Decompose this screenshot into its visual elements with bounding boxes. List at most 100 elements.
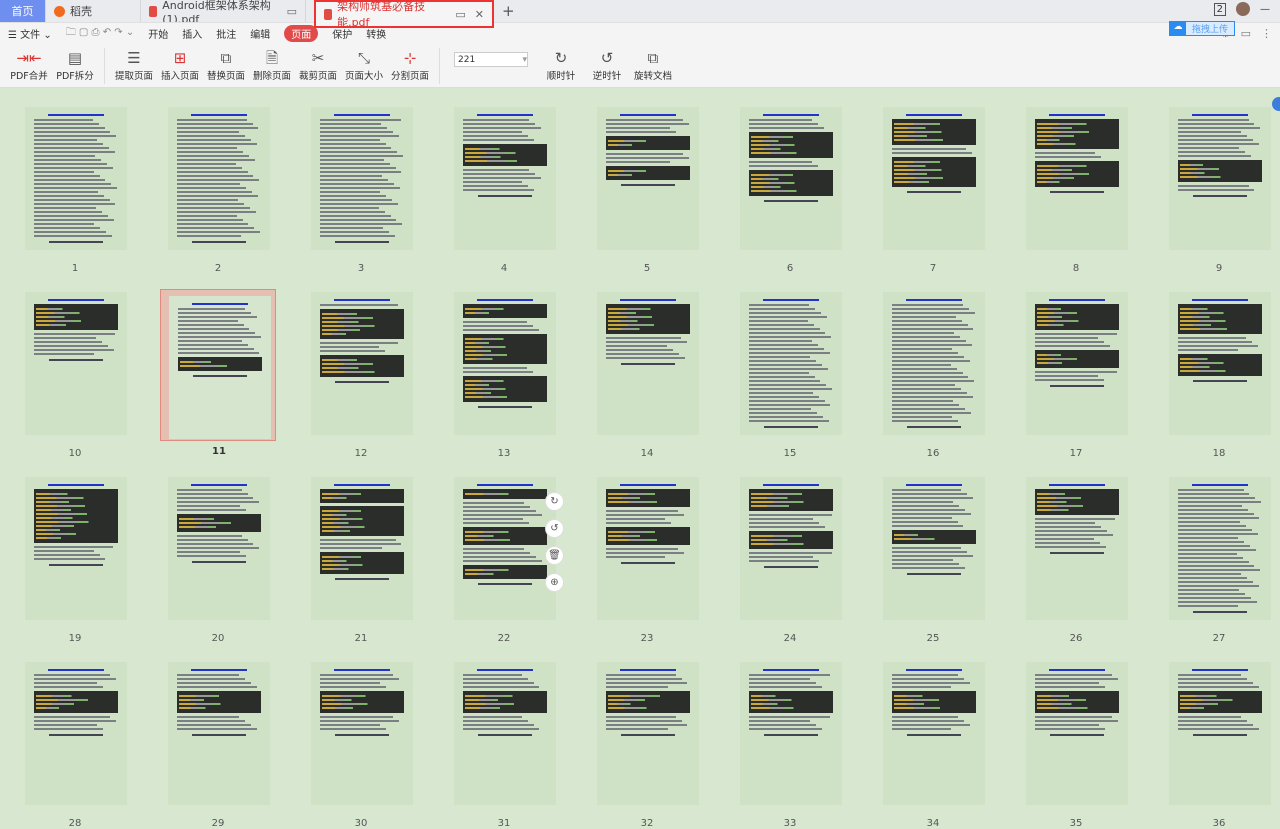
pdf-merge-button[interactable]: ⇥⇤ PDF合并 <box>6 48 52 82</box>
page-preview <box>311 292 413 435</box>
page-thumbnail-grid[interactable]: 1 2 3 4 5 6 7 8 9 10 11 12 13 14 15 16 17 18 19 20 21 22 23 24 2… <box>0 89 1280 829</box>
delete-icon[interactable]: 🗑 <box>545 546 564 565</box>
rotate-ccw-icon[interactable]: ↺ <box>545 519 564 538</box>
pdf-split-button[interactable]: ▤ PDF拆分 <box>52 48 98 82</box>
button-label: PDF拆分 <box>56 71 94 82</box>
comment-icon[interactable]: ▭ <box>1241 27 1251 40</box>
page-preview <box>25 107 127 250</box>
page-thumbnail-25[interactable]: 25 <box>875 459 991 644</box>
page-thumbnail-32[interactable]: 32 <box>589 644 705 829</box>
page-number: 15 <box>783 448 797 459</box>
page-thumbnail-10[interactable]: 10 <box>17 274 133 459</box>
close-icon[interactable]: ✕ <box>475 8 484 21</box>
page-thumbnail-16[interactable]: 16 <box>875 274 991 459</box>
page-thumbnail-33[interactable]: 33 <box>732 644 848 829</box>
page-thumbnail-31[interactable]: 31 <box>446 644 562 829</box>
page-preview <box>1169 107 1271 250</box>
delete-page-button[interactable]: 🗎 删除页面 <box>249 48 295 82</box>
page-thumbnail-1[interactable]: 1 <box>17 89 133 274</box>
page-thumbnail-5[interactable]: 5 <box>589 89 705 274</box>
page-thumbnail-29[interactable]: 29 <box>160 644 276 829</box>
page-number: 20 <box>211 633 225 644</box>
zoom-value: 221 <box>458 54 476 65</box>
page-thumbnail-19[interactable]: 19 <box>17 459 133 644</box>
thumbnail-zoom-select[interactable]: 221 ▾ <box>454 52 528 67</box>
tab-docer[interactable]: 稻壳 <box>46 0 141 22</box>
avatar[interactable] <box>1236 2 1250 16</box>
page-thumbnail-17[interactable]: 17 <box>1018 274 1134 459</box>
file-menu[interactable]: ☰ 文件 ⌄ <box>8 26 52 41</box>
side-panel-toggle[interactable] <box>1272 97 1280 111</box>
page-preview <box>1026 107 1128 250</box>
page-number: 6 <box>786 263 794 274</box>
tab-home[interactable]: 首页 <box>0 0 46 22</box>
split-page-button[interactable]: ⊹ 分割页面 <box>387 48 433 82</box>
page-thumbnail-13[interactable]: 13 <box>446 274 562 459</box>
page-thumbnail-36[interactable]: 36 <box>1161 644 1277 829</box>
page-number: 14 <box>640 448 654 459</box>
page-thumbnail-9[interactable]: 9 <box>1161 89 1277 274</box>
drag-upload-button[interactable]: ☁ 拖拽上传 <box>1168 21 1235 36</box>
tab-architect-pdf[interactable]: 架构师筑基必备技能.pdf ▭ ✕ <box>314 0 494 29</box>
page-thumbnail-18[interactable]: 18 <box>1161 274 1277 459</box>
insert-icon[interactable]: ⊕ <box>545 573 564 592</box>
tab-label: 首页 <box>11 5 34 18</box>
page-number: 23 <box>640 633 654 644</box>
menu-annotate[interactable]: 批注 <box>216 26 236 41</box>
page-size-button[interactable]: ⤡ 页面大小 <box>341 48 387 82</box>
menu-edit[interactable]: 编辑 <box>250 26 270 41</box>
menu-start[interactable]: 开始 <box>148 26 168 41</box>
new-tab-button[interactable]: + <box>494 0 523 22</box>
page-thumbnail-35[interactable]: 35 <box>1018 644 1134 829</box>
page-preview <box>168 477 270 620</box>
page-thumbnail-21[interactable]: 21 <box>303 459 419 644</box>
replace-page-button[interactable]: ⧉ 替换页面 <box>203 48 249 82</box>
page-thumbnail-30[interactable]: 30 <box>303 644 419 829</box>
page-number: 2 <box>214 263 222 274</box>
page-thumbnail-6[interactable]: 6 <box>732 89 848 274</box>
rotate-clockwise-button[interactable]: ↻ 顺时针 <box>538 48 584 82</box>
button-label: 旋转文档 <box>633 71 672 82</box>
page-preview <box>168 107 270 250</box>
page-number: 27 <box>1212 633 1226 644</box>
page-thumbnail-11[interactable]: 11 <box>160 289 276 457</box>
divider <box>439 48 440 84</box>
page-thumbnail-34[interactable]: 34 <box>875 644 991 829</box>
quick-access-icons[interactable]: 🗀 ▢ ⎙ ↶ ↷ ⌄ <box>66 25 134 42</box>
page-preview <box>740 662 842 805</box>
page-thumbnail-4[interactable]: 4 <box>446 89 562 274</box>
rotate-counterclockwise-button[interactable]: ↺ 逆时针 <box>584 48 630 82</box>
page-preview <box>597 662 699 805</box>
extract-pages-button[interactable]: ☰ 提取页面 <box>111 48 157 82</box>
window-count-badge[interactable]: 2 <box>1213 2 1226 16</box>
minimize-icon[interactable]: — <box>1260 4 1270 15</box>
page-preview <box>169 296 271 439</box>
page-thumbnail-27[interactable]: 27 <box>1161 459 1277 644</box>
page-thumbnail-28[interactable]: 28 <box>17 644 133 829</box>
page-thumbnail-20[interactable]: 20 <box>160 459 276 644</box>
menu-insert[interactable]: 插入 <box>182 26 202 41</box>
tab-android-pdf[interactable]: Android框架体系架构(1).pdf ▭ <box>141 0 306 26</box>
page-thumbnail-15[interactable]: 15 <box>732 274 848 459</box>
page-thumbnail-12[interactable]: 12 <box>303 274 419 459</box>
page-thumbnail-14[interactable]: 14 <box>589 274 705 459</box>
page-number: 19 <box>68 633 82 644</box>
button-label: 逆时针 <box>592 71 622 82</box>
page-thumbnail-2[interactable]: 2 <box>160 89 276 274</box>
insert-page-button[interactable]: ⊞ 插入页面 <box>157 48 203 82</box>
page-thumbnail-26[interactable]: 26 <box>1018 459 1134 644</box>
page-preview <box>740 107 842 250</box>
page-thumbnail-7[interactable]: 7 <box>875 89 991 274</box>
page-thumbnail-23[interactable]: 23 <box>589 459 705 644</box>
button-label: 页面大小 <box>344 71 383 82</box>
page-thumbnail-3[interactable]: 3 <box>303 89 419 274</box>
page-thumbnail-8[interactable]: 8 <box>1018 89 1134 274</box>
crop-page-button[interactable]: ✂ 裁剪页面 <box>295 48 341 82</box>
rotate-document-button[interactable]: ⧉ 旋转文档 <box>630 48 676 82</box>
more-icon[interactable]: ⋮ <box>1261 27 1272 40</box>
page-thumbnail-24[interactable]: 24 <box>732 459 848 644</box>
monitor-icon[interactable]: ▭ <box>455 8 465 21</box>
monitor-icon[interactable]: ▭ <box>287 5 297 18</box>
rotate-cw-icon[interactable]: ↻ <box>545 492 564 511</box>
page-number: 26 <box>1069 633 1083 644</box>
